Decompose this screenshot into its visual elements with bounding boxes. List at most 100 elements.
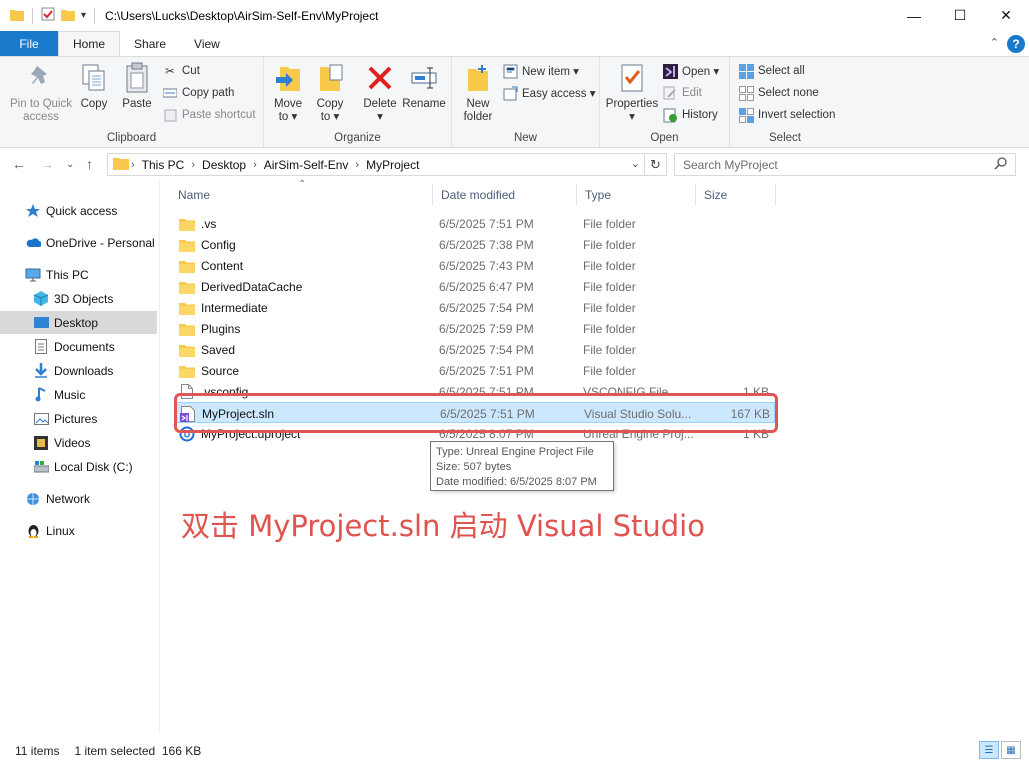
nav-item-music[interactable]: Music [0,383,157,406]
breadcrumb-chevron-icon[interactable]: › [353,159,361,171]
new-item-button[interactable]: New item ▾ [502,61,579,81]
maximize-button[interactable]: ☐ [937,0,983,31]
cut-button[interactable]: ✂ Cut [162,61,200,81]
visual-studio-icon [662,63,678,79]
tab-share[interactable]: Share [120,31,180,56]
nav-item-network[interactable]: Network [0,487,157,510]
file-row[interactable]: Intermediate 6/5/2025 7:54 PM File folder [175,297,775,318]
quick-access-toolbar: ▾ [0,7,97,24]
breadcrumb-chevron-icon[interactable]: › [129,159,137,171]
breadcrumb-chevron-icon[interactable]: › [189,159,197,171]
nav-item-desktop[interactable]: Desktop [0,311,157,334]
easy-access-button[interactable]: Easy access ▾ [502,83,596,103]
select-none-button[interactable]: Select none [738,83,819,103]
rename-icon [408,61,440,95]
new-folder-button[interactable]: New folder [458,61,498,124]
tab-view[interactable]: View [180,31,234,56]
ribbon-tabs: File Home Share View ⌃ ? [0,31,1029,56]
invert-selection-button[interactable]: Invert selection [738,105,835,125]
folder-icon [113,156,129,173]
file-row[interactable]: Config 6/5/2025 7:38 PM File folder [175,234,775,255]
column-header-type[interactable]: Type [577,184,696,206]
forward-arrow-icon[interactable]: → [40,156,54,172]
nav-item-this-pc[interactable]: This PC [0,263,157,286]
address-bar[interactable]: › This PC › Desktop › AirSim-Self-Env › … [107,153,667,176]
address-dropdown-icon[interactable]: ⌄ [631,157,640,170]
breadcrumb-chevron-icon[interactable]: › [251,159,259,171]
file-name-cell: Saved [179,339,429,360]
column-header-size[interactable]: Size [696,184,776,206]
move-to-icon [272,61,304,95]
scissors-icon: ✂ [165,66,175,78]
file-date-cell: 6/5/2025 7:43 PM [439,258,534,273]
back-arrow-icon[interactable]: ← [12,156,26,172]
file-row[interactable]: Plugins 6/5/2025 7:59 PM File folder [175,318,775,339]
file-size-cell [695,297,769,318]
cube-icon [33,291,49,307]
nav-item-onedrive[interactable]: OneDrive - Personal [0,231,157,254]
folder-icon [179,300,195,316]
edit-button[interactable]: Edit [662,83,702,103]
select-all-icon [738,63,754,79]
delete-button[interactable]: Delete ▾ [360,61,400,124]
file-size-cell [695,234,769,255]
nav-item-videos[interactable]: Videos [0,431,157,454]
breadcrumb-airsim-self-env[interactable]: AirSim-Self-Env [259,158,354,172]
breadcrumb-myproject[interactable]: MyProject [361,158,424,172]
column-header-name[interactable]: Name [170,184,433,206]
customize-dropdown-icon[interactable]: ▾ [81,10,86,21]
new-folder-icon[interactable] [61,8,75,24]
nav-item-3d-objects[interactable]: 3D Objects [0,287,157,310]
column-header-date-modified[interactable]: Date modified [433,184,577,206]
paste-shortcut-button[interactable]: Paste shortcut [162,105,256,125]
large-icons-view-icon[interactable]: ▦ [1001,741,1021,759]
nav-item-linux[interactable]: Linux [0,519,157,542]
status-selection: 1 item selected 166 KB [74,744,202,758]
up-arrow-icon[interactable]: ↑ [86,156,93,172]
help-icon[interactable]: ? [1007,35,1025,53]
file-row[interactable]: Source 6/5/2025 7:51 PM File folder [175,360,775,381]
file-row[interactable]: Content 6/5/2025 7:43 PM File folder [175,255,775,276]
properties-button[interactable]: Properties ▾ [604,61,660,124]
rename-button[interactable]: Rename [402,61,446,111]
refresh-icon[interactable]: ↻ [644,154,666,175]
history-button[interactable]: History [662,105,718,125]
select-all-button[interactable]: Select all [738,61,805,81]
search-input[interactable]: Search MyProject [674,153,1016,176]
copy-button[interactable]: Copy [76,61,112,111]
open-button[interactable]: Open ▾ [662,61,719,81]
computer-icon [25,267,41,283]
open-group: Properties ▾ Open ▾ Edit History Open [600,57,730,147]
history-icon [662,107,678,123]
properties-check-icon[interactable] [41,7,55,24]
folder-icon [179,363,195,379]
nav-item-quick-access[interactable]: Quick access [0,199,157,222]
paste-shortcut-icon [162,107,178,123]
nav-item-downloads[interactable]: Downloads [0,359,157,382]
nav-item-pictures[interactable]: Pictures [0,407,157,430]
nav-item-documents[interactable]: Documents [0,335,157,358]
select-group: Select all Select none Invert selection … [730,57,840,147]
breadcrumb-desktop[interactable]: Desktop [197,158,251,172]
window-title: C:\Users\Lucks\Desktop\AirSim-Self-Env\M… [105,8,379,23]
ribbon-expand-icon[interactable]: ⌃ [990,36,999,49]
file-row[interactable]: .vs 6/5/2025 7:51 PM File folder [175,213,775,234]
pin-to-quick-access-button[interactable]: Pin to Quick access [6,61,76,124]
file-size-cell [695,339,769,360]
close-button[interactable]: ✕ [983,0,1029,31]
tab-home[interactable]: Home [58,31,121,56]
tab-file[interactable]: File [0,31,58,56]
copy-path-button[interactable]: Copy path [162,83,234,103]
nav-item-local-disk[interactable]: Local Disk (C:) [0,455,157,478]
paste-button[interactable]: Paste [117,61,157,111]
details-view-icon[interactable]: ☰ [979,741,999,759]
breadcrumb-this-pc[interactable]: This PC [137,158,190,172]
move-to-button[interactable]: Move to ▾ [270,61,306,124]
file-row[interactable]: Saved 6/5/2025 7:54 PM File folder [175,339,775,360]
file-name-cell: DerivedDataCache [179,276,429,297]
copy-to-button[interactable]: Copy to ▾ [312,61,348,124]
file-row[interactable]: DerivedDataCache 6/5/2025 6:47 PM File fol… [175,276,775,297]
minimize-button[interactable]: — [891,0,937,31]
recent-locations-icon[interactable]: ⌄ [66,159,74,170]
edit-icon [662,85,678,101]
